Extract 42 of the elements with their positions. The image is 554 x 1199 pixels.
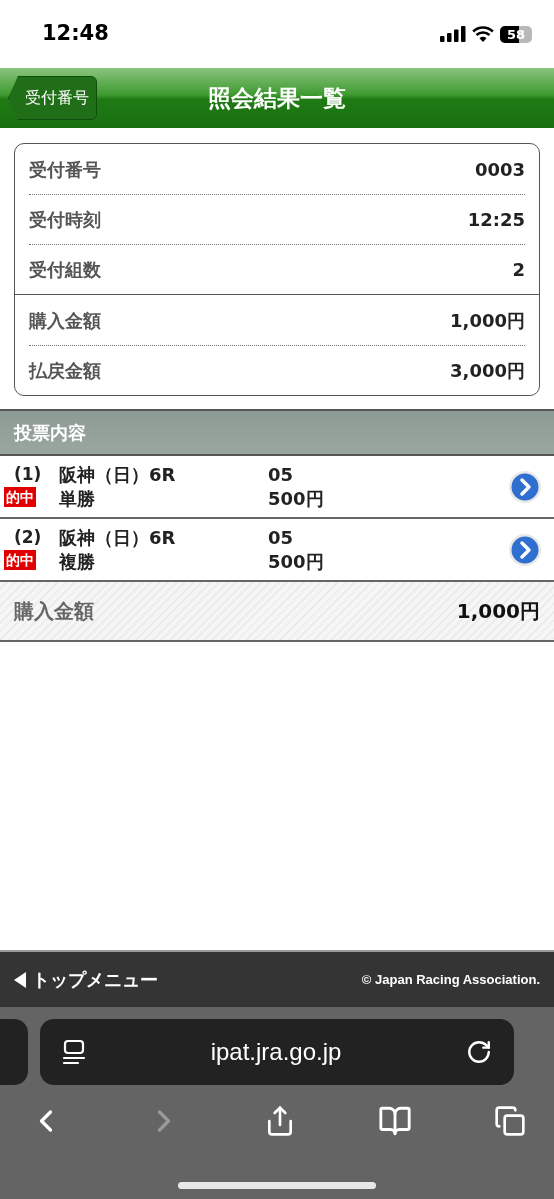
summary-value: 3,000円 [450,359,525,383]
bet-type: 単勝 [59,489,96,508]
section-title: 投票内容 [14,421,86,445]
summary-label: 購入金額 [29,308,101,333]
wifi-icon [472,26,494,42]
summary-value: 1,000円 [450,308,525,333]
bet-number: (2) [13,529,42,546]
previous-tab[interactable] [0,1019,28,1085]
bet-amount: 500円 [268,489,325,508]
summary-value: 12:25 [467,208,525,232]
signal-icon [440,26,466,42]
summary-label: 受付時刻 [29,208,101,232]
bet-number: (1) [13,466,42,483]
horse-number: 05 [268,528,295,547]
hit-badge: 的中 [4,550,36,570]
url-text: ipat.jra.go.jp [210,1037,342,1067]
summary-value: 2 [512,258,525,282]
address-bar[interactable]: ipat.jra.go.jp [40,1019,514,1085]
clock: 12:48 [42,20,109,48]
race-name: 阪神（日）6R [59,465,177,484]
chevron-right-icon[interactable] [508,532,542,567]
bet-type: 複勝 [59,552,96,571]
summary-label: 払戻金額 [29,359,101,383]
back-button[interactable]: 受付番号 [8,76,97,120]
total-value: 1,000円 [456,598,540,625]
page-title: 照会結果一覧 [208,83,346,113]
summary-label: 受付番号 [29,157,101,182]
horse-number: 05 [268,465,295,484]
total-label: 購入金額 [14,598,94,625]
summary-label: 受付組数 [29,258,101,282]
reader-icon[interactable] [62,1039,86,1065]
hit-badge: 的中 [4,487,36,507]
bookmarks-icon[interactable] [378,1104,412,1138]
copyright: © Japan Racing Association. [361,970,540,989]
top-menu-link[interactable]: トップメニュー [14,966,158,993]
chevron-right-icon[interactable] [508,469,542,504]
bet-amount: 500円 [268,552,325,571]
triangle-left-icon [14,971,26,988]
tabs-icon[interactable] [494,1105,526,1137]
reload-icon[interactable] [466,1039,492,1065]
summary-value: 0003 [474,157,525,182]
race-name: 阪神（日）6R [59,528,177,547]
